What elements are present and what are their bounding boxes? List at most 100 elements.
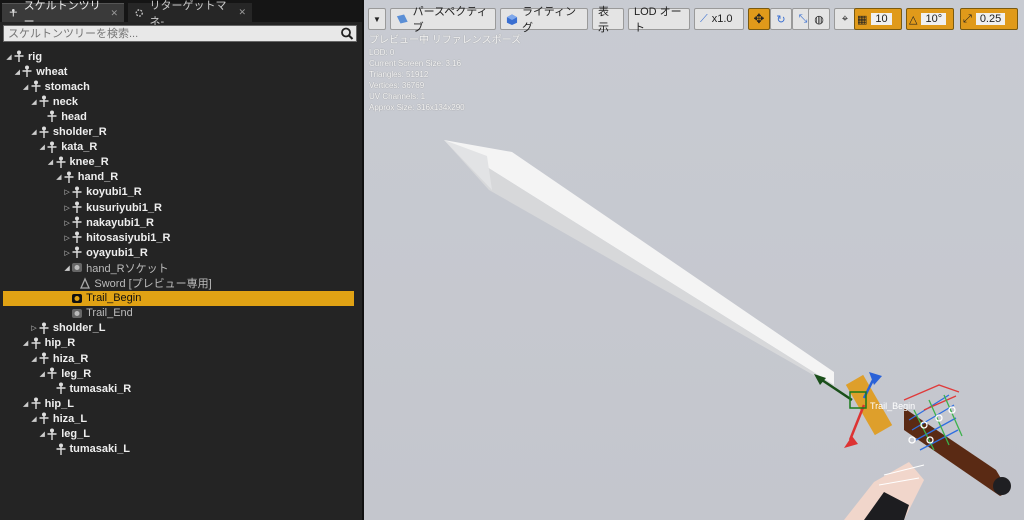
tree-row-label: hitosasiyubi1_R [86,231,171,244]
tree-row[interactable]: ◢ hiza_R [3,351,354,366]
lighting-button[interactable]: ライティング [500,6,588,34]
tree-row[interactable]: ◢ hand_R [3,170,354,185]
speed-icon: ⟋ [700,12,708,25]
viewport-options-button[interactable]: ▼ [368,8,386,30]
tree-row[interactable]: ◢ hand_Rソケット [3,260,354,275]
tree-row[interactable]: ◢ hip_R [3,336,354,351]
scale-snap-value: 0.25 [975,13,1006,25]
tree-row[interactable]: ◢ stomach [3,79,354,94]
viewport[interactable]: Trail_Begin ▼ パースペクティブ ライティング 表示 LOD オート… [364,0,1024,520]
bone-icon [56,382,65,395]
tree-row[interactable]: ◢ neck [3,94,354,109]
tree-row[interactable]: ▷ kusuriyubi1_R [3,200,354,215]
tree-row[interactable]: Trail_Begin [3,290,354,306]
search-icon[interactable] [340,26,354,41]
tree-row[interactable]: tumasaki_L [3,442,354,457]
collapse-arrow-icon[interactable]: ◢ [13,68,21,76]
expand-arrow-icon[interactable]: ▷ [63,204,71,212]
expand-arrow-icon[interactable]: ▷ [63,234,71,242]
tree-row-label: koyubi1_R [86,186,142,199]
tree-row[interactable]: ◢ hip_L [3,396,354,411]
collapse-arrow-icon[interactable]: ◢ [30,98,38,106]
bone-icon [72,216,82,229]
panel-tabbar: スケルトンツリー ✕ リターゲットマネ- ✕ [0,0,362,28]
expand-arrow-icon[interactable]: ▷ [30,324,38,332]
stats-line: Current Screen Size: 3.16 [369,59,462,68]
collapse-arrow-icon[interactable]: ◢ [22,339,30,347]
tree-row[interactable]: ◢ leg_L [3,427,354,442]
collapse-arrow-icon[interactable]: ◢ [22,83,30,91]
camera-icon [396,14,408,24]
tree-row[interactable]: ◢ wheat [3,64,354,79]
rotate-mode-button[interactable]: ↻ [770,8,792,30]
collapse-arrow-icon[interactable]: ◢ [22,400,30,408]
collapse-arrow-icon[interactable]: ◢ [63,264,71,272]
grid-snap-button[interactable]: ▦ 10 [854,8,902,30]
socket-label: Trail_Begin [870,401,915,411]
expand-arrow-icon[interactable]: ▷ [63,188,71,196]
tree-row[interactable]: ◢ rig [3,49,354,64]
tree-row[interactable]: ◢ sholder_R [3,125,354,140]
skeleton-tree-panel: スケルトンツリー ✕ リターゲットマネ- ✕ ◢ rig ◢ wheat ◢ stomac… [0,0,362,520]
tree-row[interactable]: ▷ koyubi1_R [3,185,354,200]
tree-row[interactable]: ▷ oyayubi1_R [3,245,354,260]
tree-row[interactable]: ◢ hiza_L [3,411,354,426]
tab-retarget-manager[interactable]: リターゲットマネ- ✕ [128,0,252,28]
collapse-arrow-icon[interactable]: ◢ [5,53,13,61]
socket-icon [72,293,83,303]
tree-row-label: rig [28,50,43,63]
tree-row[interactable]: head [3,109,354,124]
show-label: 表示 [598,6,609,34]
tree-row[interactable]: ◢ leg_R [3,366,354,381]
tree-row-label: Trail_End [86,307,133,320]
surface-snap-button[interactable]: ⌖ [834,8,856,30]
tree-row[interactable]: Trail_End [3,306,354,321]
lod-label: LOD オート [634,6,682,34]
tab-skeleton-tree[interactable]: スケルトンツリー ✕ [2,0,124,28]
stats-line: Vertices: 36769 [369,81,425,90]
tree-row[interactable]: Sword [プレビュー専用] [3,276,354,291]
tree-row-label: nakayubi1_R [86,216,154,229]
tree-row[interactable]: ◢ kata_R [3,140,354,155]
collapse-arrow-icon[interactable]: ◢ [55,173,63,181]
grid-snap-value: 10 [871,13,892,25]
tree-row-label: hand_Rソケット [86,262,169,275]
scale-snap-button[interactable]: ⤢ 0.25 [960,8,1018,30]
viewport-scene: Trail_Begin [444,140,1011,520]
collapse-arrow-icon[interactable]: ◢ [38,143,46,151]
collapse-arrow-icon[interactable]: ◢ [30,128,38,136]
bone-icon [39,352,49,364]
tree-row[interactable]: ◢ knee_R [3,155,354,170]
bone-icon [64,171,74,183]
collapse-arrow-icon[interactable]: ◢ [30,415,38,423]
tree-row[interactable]: ▷ sholder_L [3,321,354,336]
perspective-label: パースペクティブ [412,6,488,34]
bone-icon [39,322,49,334]
tree-row-label: tumasaki_L [69,443,131,456]
tree-row-label: sholder_L [52,322,106,335]
collapse-arrow-icon[interactable]: ◢ [38,430,46,438]
bone-icon [56,443,65,455]
close-icon[interactable]: ✕ [238,7,246,18]
expand-arrow-icon[interactable]: ▷ [63,249,71,257]
rotation-snap-button[interactable]: △ 10° [906,8,954,30]
search-input[interactable] [4,26,334,41]
tree-row[interactable]: tumasaki_R [3,381,354,396]
close-icon[interactable]: ✕ [110,8,118,19]
bone-icon [31,397,41,410]
collapse-arrow-icon[interactable]: ◢ [30,355,38,363]
tree-row[interactable]: ▷ hitosasiyubi1_R [3,230,354,245]
playback-speed-button[interactable]: ⟋ x1.0 [694,8,744,30]
collapse-arrow-icon[interactable]: ◢ [47,158,55,166]
tree-row-label: neck [52,95,78,108]
collapse-arrow-icon[interactable]: ◢ [38,370,46,378]
lod-button[interactable]: LOD オート [628,6,690,34]
perspective-button[interactable]: パースペクティブ [390,6,496,34]
show-button[interactable]: 表示 [592,6,624,34]
translate-mode-button[interactable]: ✥ [748,8,770,30]
expand-arrow-icon[interactable]: ▷ [63,219,71,227]
coordinate-space-button[interactable]: ◍ [808,8,830,30]
viewport-toolbar: ▼ パースペクティブ ライティング 表示 LOD オート ⟋ x1.0 ✥ ↻ … [364,0,1024,36]
tree-row[interactable]: ▷ nakayubi1_R [3,215,354,230]
bone-icon [31,337,41,349]
